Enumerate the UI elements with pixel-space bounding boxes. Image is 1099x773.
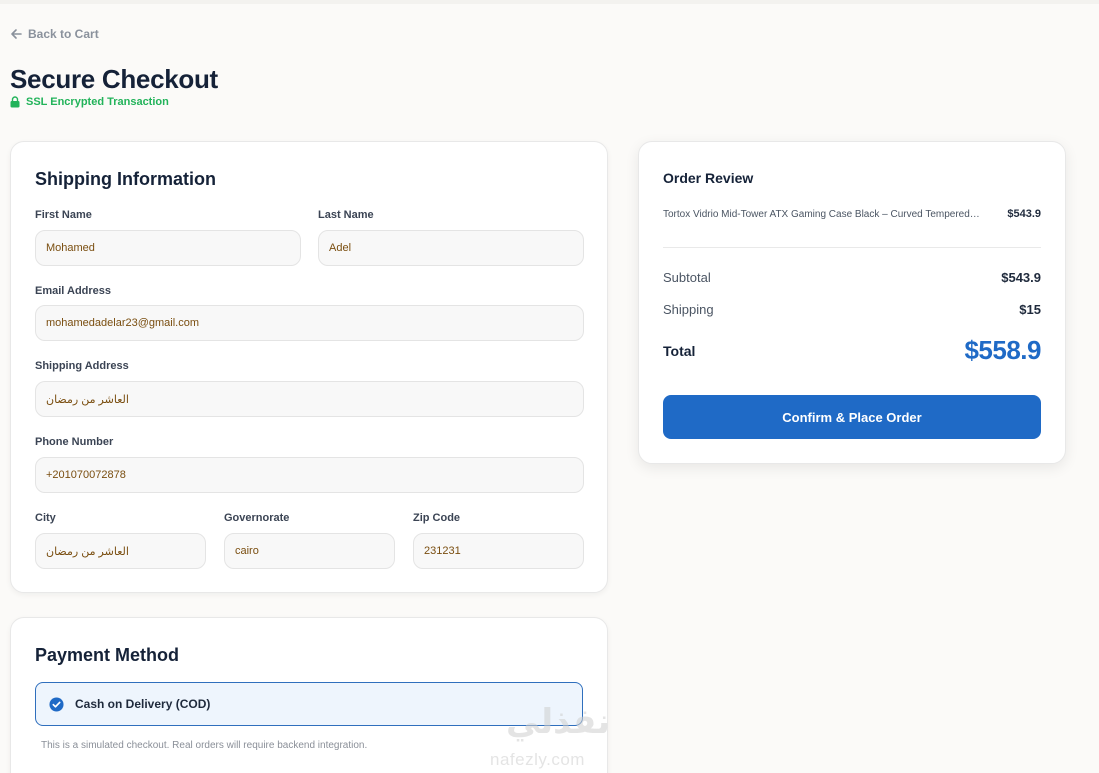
order-item-name: Tortox Vidrio Mid-Tower ATX Gaming Case … [663, 209, 980, 220]
simulation-note: This is a simulated checkout. Real order… [41, 740, 368, 751]
last-name-field[interactable] [318, 230, 584, 266]
governorate-label: Governorate [224, 512, 290, 524]
email-field[interactable] [35, 305, 584, 341]
order-review-heading: Order Review [663, 170, 754, 186]
phone-field[interactable] [35, 457, 584, 493]
subtotal-label: Subtotal [663, 270, 711, 285]
order-divider [663, 247, 1041, 248]
ssl-label: SSL Encrypted Transaction [26, 96, 169, 108]
first-name-field[interactable] [35, 230, 301, 266]
payment-option-cod[interactable]: Cash on Delivery (COD) [35, 682, 583, 726]
payment-card: Payment Method Cash on Delivery (COD) Th… [10, 617, 608, 773]
total-label: Total [663, 343, 696, 359]
city-label: City [35, 512, 56, 524]
shipping-heading: Shipping Information [35, 169, 216, 189]
payment-heading: Payment Method [35, 645, 180, 665]
confirm-place-order-button[interactable]: Confirm & Place Order [663, 395, 1041, 439]
ssl-badge: SSL Encrypted Transaction [10, 96, 169, 108]
top-strip [0, 0, 1099, 4]
page-title: Secure Checkout [10, 64, 218, 94]
lock-icon [10, 96, 20, 108]
subtotal-value: $543.9 [1001, 270, 1041, 285]
email-label: Email Address [35, 285, 112, 297]
last-name-label: Last Name [318, 209, 374, 221]
zip-code-field[interactable] [413, 533, 584, 569]
first-name-label: First Name [35, 209, 92, 221]
shipping-value: $15 [1019, 302, 1041, 317]
governorate-field[interactable] [224, 533, 395, 569]
shipping-address-label: Shipping Address [35, 360, 129, 372]
shipping-address-field[interactable] [35, 381, 584, 417]
arrow-left-icon [11, 29, 22, 39]
phone-label: Phone Number [35, 436, 114, 448]
back-to-cart-label: Back to Cart [28, 27, 99, 41]
shipping-card: Shipping Information First Name Last Nam… [10, 141, 608, 593]
total-value: $558.9 [964, 335, 1041, 365]
city-field[interactable] [35, 533, 206, 569]
order-review-card: Order Review Tortox Vidrio Mid-Tower ATX… [638, 141, 1066, 464]
order-item-price: $543.9 [1007, 208, 1041, 220]
check-circle-icon [49, 696, 64, 712]
shipping-label: Shipping [663, 302, 714, 317]
zip-code-label: Zip Code [413, 512, 461, 524]
payment-option-label: Cash on Delivery (COD) [75, 697, 211, 711]
back-to-cart-link[interactable]: Back to Cart [10, 27, 99, 41]
